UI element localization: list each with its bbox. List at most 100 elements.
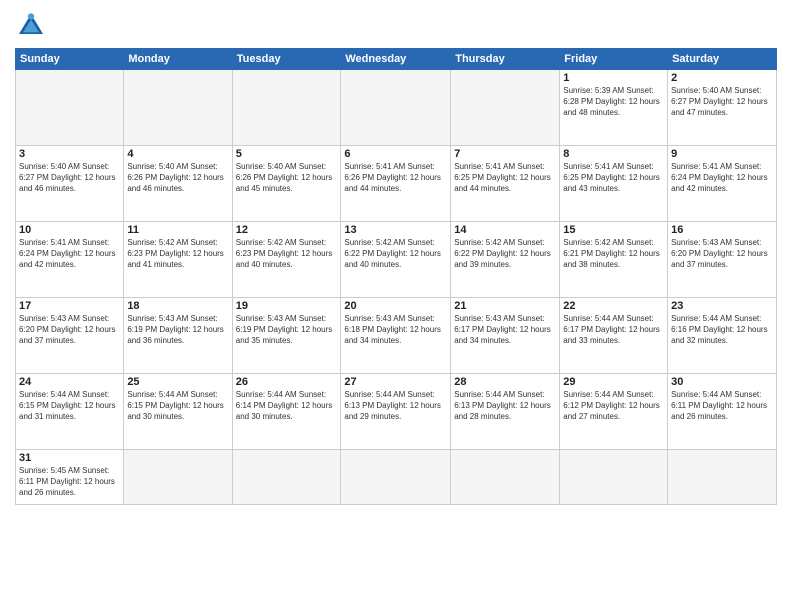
day-number: 21: [454, 300, 556, 312]
weekday-header-friday: Friday: [560, 49, 668, 70]
day-info: Sunrise: 5:44 AM Sunset: 6:13 PM Dayligh…: [344, 389, 447, 423]
day-info: Sunrise: 5:40 AM Sunset: 6:27 PM Dayligh…: [19, 161, 120, 195]
calendar-cell: 25Sunrise: 5:44 AM Sunset: 6:15 PM Dayli…: [124, 374, 232, 450]
calendar-page: SundayMondayTuesdayWednesdayThursdayFrid…: [0, 0, 792, 612]
day-number: 14: [454, 224, 556, 236]
calendar-table: SundayMondayTuesdayWednesdayThursdayFrid…: [15, 48, 777, 505]
calendar-cell: 23Sunrise: 5:44 AM Sunset: 6:16 PM Dayli…: [668, 298, 777, 374]
calendar-cell: 3Sunrise: 5:40 AM Sunset: 6:27 PM Daylig…: [16, 146, 124, 222]
calendar-cell: [341, 70, 451, 146]
calendar-week-row: 24Sunrise: 5:44 AM Sunset: 6:15 PM Dayli…: [16, 374, 777, 450]
calendar-cell: 27Sunrise: 5:44 AM Sunset: 6:13 PM Dayli…: [341, 374, 451, 450]
calendar-cell: 24Sunrise: 5:44 AM Sunset: 6:15 PM Dayli…: [16, 374, 124, 450]
day-number: 11: [127, 224, 228, 236]
day-number: 30: [671, 376, 773, 388]
day-number: 7: [454, 148, 556, 160]
day-number: 18: [127, 300, 228, 312]
day-info: Sunrise: 5:41 AM Sunset: 6:25 PM Dayligh…: [454, 161, 556, 195]
day-info: Sunrise: 5:44 AM Sunset: 6:13 PM Dayligh…: [454, 389, 556, 423]
day-info: Sunrise: 5:42 AM Sunset: 6:21 PM Dayligh…: [563, 237, 664, 271]
calendar-cell: 31Sunrise: 5:45 AM Sunset: 6:11 PM Dayli…: [16, 450, 124, 505]
day-info: Sunrise: 5:42 AM Sunset: 6:22 PM Dayligh…: [454, 237, 556, 271]
day-number: 20: [344, 300, 447, 312]
calendar-cell: 17Sunrise: 5:43 AM Sunset: 6:20 PM Dayli…: [16, 298, 124, 374]
weekday-header-saturday: Saturday: [668, 49, 777, 70]
day-info: Sunrise: 5:41 AM Sunset: 6:24 PM Dayligh…: [19, 237, 120, 271]
weekday-header-monday: Monday: [124, 49, 232, 70]
day-number: 5: [236, 148, 338, 160]
calendar-cell: [341, 450, 451, 505]
logo-icon: [15, 10, 47, 42]
calendar-cell: [232, 70, 341, 146]
weekday-header-tuesday: Tuesday: [232, 49, 341, 70]
day-info: Sunrise: 5:43 AM Sunset: 6:19 PM Dayligh…: [236, 313, 338, 347]
calendar-cell: 5Sunrise: 5:40 AM Sunset: 6:26 PM Daylig…: [232, 146, 341, 222]
calendar-cell: 29Sunrise: 5:44 AM Sunset: 6:12 PM Dayli…: [560, 374, 668, 450]
day-info: Sunrise: 5:44 AM Sunset: 6:17 PM Dayligh…: [563, 313, 664, 347]
calendar-cell: 8Sunrise: 5:41 AM Sunset: 6:25 PM Daylig…: [560, 146, 668, 222]
calendar-cell: 16Sunrise: 5:43 AM Sunset: 6:20 PM Dayli…: [668, 222, 777, 298]
day-info: Sunrise: 5:45 AM Sunset: 6:11 PM Dayligh…: [19, 465, 120, 499]
day-number: 8: [563, 148, 664, 160]
day-number: 4: [127, 148, 228, 160]
day-info: Sunrise: 5:43 AM Sunset: 6:18 PM Dayligh…: [344, 313, 447, 347]
day-info: Sunrise: 5:40 AM Sunset: 6:26 PM Dayligh…: [236, 161, 338, 195]
day-number: 29: [563, 376, 664, 388]
day-info: Sunrise: 5:42 AM Sunset: 6:23 PM Dayligh…: [236, 237, 338, 271]
day-info: Sunrise: 5:42 AM Sunset: 6:22 PM Dayligh…: [344, 237, 447, 271]
day-number: 19: [236, 300, 338, 312]
calendar-cell: [668, 450, 777, 505]
calendar-week-row: 17Sunrise: 5:43 AM Sunset: 6:20 PM Dayli…: [16, 298, 777, 374]
day-number: 3: [19, 148, 120, 160]
weekday-header-wednesday: Wednesday: [341, 49, 451, 70]
day-number: 2: [671, 72, 773, 84]
calendar-cell: [232, 450, 341, 505]
day-info: Sunrise: 5:44 AM Sunset: 6:14 PM Dayligh…: [236, 389, 338, 423]
calendar-cell: 7Sunrise: 5:41 AM Sunset: 6:25 PM Daylig…: [451, 146, 560, 222]
day-number: 25: [127, 376, 228, 388]
calendar-week-row: 10Sunrise: 5:41 AM Sunset: 6:24 PM Dayli…: [16, 222, 777, 298]
day-number: 17: [19, 300, 120, 312]
calendar-cell: [16, 70, 124, 146]
day-number: 22: [563, 300, 664, 312]
day-info: Sunrise: 5:39 AM Sunset: 6:28 PM Dayligh…: [563, 85, 664, 119]
day-info: Sunrise: 5:40 AM Sunset: 6:27 PM Dayligh…: [671, 85, 773, 119]
calendar-cell: 28Sunrise: 5:44 AM Sunset: 6:13 PM Dayli…: [451, 374, 560, 450]
day-number: 24: [19, 376, 120, 388]
calendar-week-row: 31Sunrise: 5:45 AM Sunset: 6:11 PM Dayli…: [16, 450, 777, 505]
day-info: Sunrise: 5:43 AM Sunset: 6:19 PM Dayligh…: [127, 313, 228, 347]
calendar-cell: 11Sunrise: 5:42 AM Sunset: 6:23 PM Dayli…: [124, 222, 232, 298]
calendar-cell: 22Sunrise: 5:44 AM Sunset: 6:17 PM Dayli…: [560, 298, 668, 374]
calendar-cell: 14Sunrise: 5:42 AM Sunset: 6:22 PM Dayli…: [451, 222, 560, 298]
day-number: 15: [563, 224, 664, 236]
day-number: 13: [344, 224, 447, 236]
day-number: 28: [454, 376, 556, 388]
day-info: Sunrise: 5:43 AM Sunset: 6:20 PM Dayligh…: [671, 237, 773, 271]
calendar-cell: 19Sunrise: 5:43 AM Sunset: 6:19 PM Dayli…: [232, 298, 341, 374]
calendar-cell: [451, 70, 560, 146]
day-info: Sunrise: 5:41 AM Sunset: 6:25 PM Dayligh…: [563, 161, 664, 195]
weekday-header-thursday: Thursday: [451, 49, 560, 70]
day-number: 12: [236, 224, 338, 236]
calendar-cell: [560, 450, 668, 505]
day-number: 26: [236, 376, 338, 388]
calendar-cell: [451, 450, 560, 505]
calendar-cell: 21Sunrise: 5:43 AM Sunset: 6:17 PM Dayli…: [451, 298, 560, 374]
calendar-cell: 12Sunrise: 5:42 AM Sunset: 6:23 PM Dayli…: [232, 222, 341, 298]
calendar-cell: 30Sunrise: 5:44 AM Sunset: 6:11 PM Dayli…: [668, 374, 777, 450]
calendar-week-row: 1Sunrise: 5:39 AM Sunset: 6:28 PM Daylig…: [16, 70, 777, 146]
calendar-cell: 20Sunrise: 5:43 AM Sunset: 6:18 PM Dayli…: [341, 298, 451, 374]
calendar-cell: 10Sunrise: 5:41 AM Sunset: 6:24 PM Dayli…: [16, 222, 124, 298]
calendar-cell: 2Sunrise: 5:40 AM Sunset: 6:27 PM Daylig…: [668, 70, 777, 146]
weekday-header-row: SundayMondayTuesdayWednesdayThursdayFrid…: [16, 49, 777, 70]
day-info: Sunrise: 5:44 AM Sunset: 6:15 PM Dayligh…: [19, 389, 120, 423]
day-info: Sunrise: 5:42 AM Sunset: 6:23 PM Dayligh…: [127, 237, 228, 271]
header: [15, 10, 777, 42]
calendar-cell: [124, 70, 232, 146]
day-info: Sunrise: 5:43 AM Sunset: 6:20 PM Dayligh…: [19, 313, 120, 347]
day-number: 9: [671, 148, 773, 160]
day-info: Sunrise: 5:41 AM Sunset: 6:26 PM Dayligh…: [344, 161, 447, 195]
day-number: 27: [344, 376, 447, 388]
day-number: 10: [19, 224, 120, 236]
day-info: Sunrise: 5:40 AM Sunset: 6:26 PM Dayligh…: [127, 161, 228, 195]
